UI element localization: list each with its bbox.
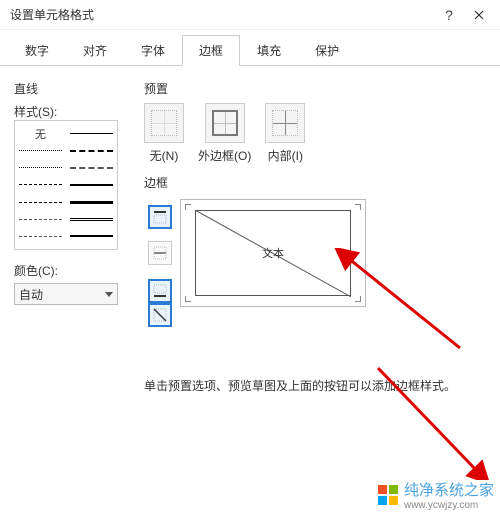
border-preview[interactable]: 文本 [180, 199, 366, 307]
preset-none-label: 无(N) [150, 147, 179, 164]
line-style-extra[interactable] [70, 230, 113, 242]
tab-protection[interactable]: 保护 [298, 35, 356, 66]
preset-outline-label: 外边框(O) [198, 147, 251, 164]
line-style-med[interactable] [70, 179, 113, 191]
watermark-brand: 纯净系统之家 [404, 482, 494, 499]
close-icon [474, 10, 484, 20]
line-style-none[interactable]: 无 [19, 128, 62, 140]
watermark: 纯净系统之家 www.ycwjzy.com [378, 479, 494, 511]
line-style-list[interactable]: 无 [14, 120, 118, 250]
border-middle-h-button[interactable] [148, 241, 172, 265]
border-diag-down-button[interactable] [148, 303, 172, 327]
line-style-thick[interactable] [70, 196, 113, 208]
line-style-med-dashdot[interactable] [70, 162, 113, 174]
line-style-dotted-2[interactable] [19, 162, 62, 174]
line-style-dotted[interactable] [19, 145, 62, 157]
tab-fill[interactable]: 填充 [240, 35, 298, 66]
style-label: 样式(S): [14, 103, 124, 120]
watermark-url: www.ycwjzy.com [404, 500, 494, 511]
preset-inside-button[interactable] [265, 103, 305, 143]
border-top-icon [152, 209, 168, 225]
window-title: 设置单元格格式 [10, 6, 434, 23]
border-top-button[interactable] [148, 205, 172, 229]
chevron-down-icon [105, 292, 113, 297]
color-value: 自动 [19, 286, 43, 303]
border-bottom-button[interactable] [148, 279, 172, 303]
border-section-label: 边框 [144, 174, 486, 191]
help-button[interactable]: ? [434, 0, 464, 30]
tab-alignment[interactable]: 对齐 [66, 35, 124, 66]
titlebar: 设置单元格格式 ? [0, 0, 500, 30]
tab-font[interactable]: 字体 [124, 35, 182, 66]
watermark-logo-icon [378, 485, 398, 505]
tab-border[interactable]: 边框 [182, 35, 240, 66]
tab-number[interactable]: 数字 [8, 35, 66, 66]
border-middle-h-icon [152, 245, 168, 261]
line-style-dashed[interactable] [19, 196, 62, 208]
line-style-double[interactable] [70, 213, 113, 225]
close-button[interactable] [464, 0, 494, 30]
color-select[interactable]: 自动 [14, 283, 118, 305]
border-bottom-icon [152, 283, 168, 299]
tab-bar: 数字 对齐 字体 边框 填充 保护 [0, 30, 500, 66]
hint-text: 单击预置选项、预览草图及上面的按钮可以添加边框样式。 [144, 377, 486, 394]
preview-text: 文本 [181, 245, 365, 261]
preset-none-button[interactable] [144, 103, 184, 143]
preset-inside-label: 内部(I) [268, 147, 303, 164]
line-style-med-dash[interactable] [70, 145, 113, 157]
preset-outline-button[interactable] [205, 103, 245, 143]
line-style-thin[interactable] [70, 128, 113, 140]
color-label: 颜色(C): [14, 262, 124, 279]
line-section-label: 直线 [14, 80, 124, 97]
line-style-dashed-fine[interactable] [19, 179, 62, 191]
border-diag-down-icon [152, 307, 168, 323]
line-style-dashdot[interactable] [19, 213, 62, 225]
presets-section-label: 预置 [144, 80, 486, 97]
line-style-dashdotdot[interactable] [19, 230, 62, 242]
